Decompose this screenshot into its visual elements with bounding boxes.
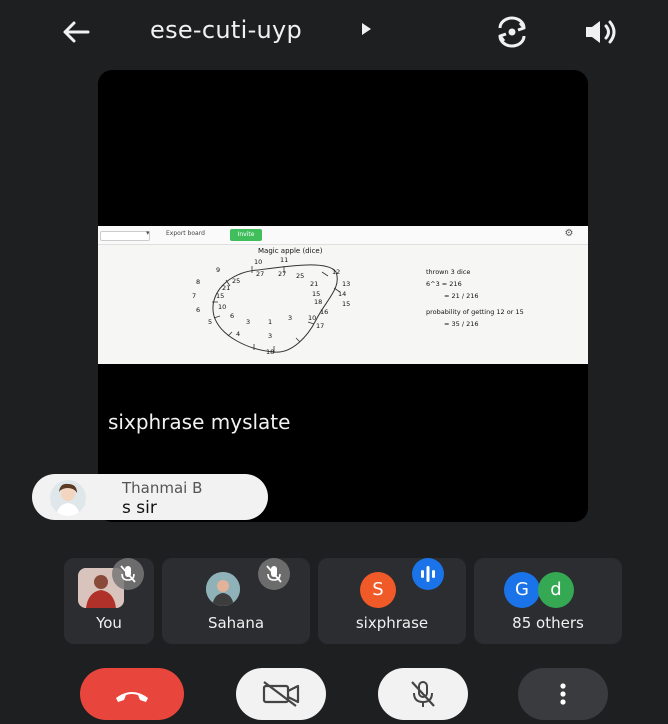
note-line: thrown 3 dice bbox=[426, 268, 471, 276]
diagram-number: 5 bbox=[208, 318, 212, 326]
diagram-number: 3 bbox=[246, 318, 250, 326]
participant-tile-sixphrase[interactable]: S sixphrase bbox=[318, 558, 466, 644]
note-line: = 35 / 216 bbox=[444, 320, 479, 328]
diagram-number: 12 bbox=[332, 268, 340, 276]
diagram-number: 6 bbox=[196, 306, 200, 314]
participant-tile-you[interactable]: You bbox=[64, 558, 154, 644]
more-vertical-icon bbox=[560, 683, 566, 705]
diagram-number: 6 bbox=[230, 312, 234, 320]
arrow-left-icon bbox=[63, 21, 90, 43]
diagram-number: 27 bbox=[256, 270, 264, 278]
chat-sender-name: Thanmai B bbox=[122, 479, 203, 497]
diagram-number: 27 bbox=[278, 270, 286, 278]
chat-bubble[interactable]: Thanmai B s sir bbox=[32, 474, 268, 520]
diagram-number: 15 bbox=[216, 292, 224, 300]
diagram-number: 10 bbox=[218, 303, 226, 311]
diagram-number: 25 bbox=[296, 272, 304, 280]
expand-details-icon[interactable] bbox=[362, 23, 371, 35]
participant-name: sixphrase bbox=[355, 614, 429, 632]
end-call-button[interactable] bbox=[80, 668, 184, 720]
diagram-number: 7 bbox=[192, 292, 196, 300]
diagram-number: 25 bbox=[232, 277, 240, 285]
avatar: G bbox=[504, 572, 540, 608]
diagram-number: 16 bbox=[320, 308, 328, 316]
main-stage[interactable]: ▾ Export board Invite ⚙ Magic apple (dic… bbox=[98, 70, 588, 522]
mic-off-badge bbox=[112, 558, 144, 590]
settings-icon: ⚙ bbox=[564, 228, 574, 239]
diagram-number: 10 bbox=[254, 258, 262, 266]
avatar: S bbox=[360, 572, 396, 608]
presenter-name: sixphrase myslate bbox=[108, 410, 291, 434]
mic-off-icon bbox=[411, 681, 435, 707]
avatar: d bbox=[538, 572, 574, 608]
diagram-number: 15 bbox=[312, 290, 320, 298]
diagram-number: 14 bbox=[338, 290, 346, 298]
participant-tile-sahana[interactable]: Sahana bbox=[162, 558, 310, 644]
mic-toggle-button[interactable] bbox=[378, 668, 468, 720]
diagram-number: 9 bbox=[216, 266, 220, 274]
diagram-number: 8 bbox=[196, 278, 200, 286]
avatar bbox=[206, 572, 240, 606]
note-line: = 21 / 216 bbox=[444, 292, 479, 300]
diagram-number: 1 bbox=[268, 318, 272, 326]
export-board-label: Export board bbox=[166, 230, 205, 237]
diagram-number: 18 bbox=[314, 298, 322, 306]
speaker-icon bbox=[586, 20, 616, 44]
participant-tile-others[interactable]: G d 85 others bbox=[474, 558, 622, 644]
camera-off-icon bbox=[262, 681, 300, 707]
meeting-code[interactable]: ese-cuti-uyp bbox=[150, 16, 302, 44]
shared-app-toolbar: ▾ Export board Invite ⚙ bbox=[98, 226, 588, 245]
more-options-button[interactable] bbox=[518, 668, 608, 720]
diagram-number: 15 bbox=[342, 300, 350, 308]
note-line: 6^3 = 216 bbox=[426, 280, 462, 288]
dice-diagram: 10 11 9 27 27 25 12 25 8 21 21 13 15 14 … bbox=[192, 256, 350, 356]
diagram-number: 21 bbox=[310, 280, 318, 288]
participant-name: Sahana bbox=[207, 614, 265, 632]
speaking-indicator bbox=[412, 558, 444, 590]
diagram-number: 21 bbox=[222, 284, 230, 292]
screen-share: ▾ Export board Invite ⚙ Magic apple (dic… bbox=[98, 226, 588, 364]
diagram-number: 3 bbox=[288, 314, 292, 322]
mic-off-icon bbox=[120, 565, 136, 583]
audio-level-icon bbox=[421, 566, 435, 582]
diagram-number: 3 bbox=[268, 332, 272, 340]
diagram-number: 17 bbox=[316, 322, 324, 330]
audio-output-button[interactable] bbox=[582, 16, 622, 48]
shared-dropdown bbox=[100, 231, 150, 241]
top-bar: ese-cuti-uyp bbox=[0, 0, 668, 62]
back-button[interactable] bbox=[58, 14, 94, 50]
participant-name: 85 others bbox=[512, 614, 584, 632]
diagram-number: 11 bbox=[280, 256, 288, 264]
switch-camera-button[interactable] bbox=[494, 14, 530, 50]
avatar bbox=[50, 480, 86, 516]
diagram-number: 4 bbox=[236, 330, 240, 338]
mic-off-badge bbox=[258, 558, 290, 590]
mic-off-icon bbox=[266, 565, 282, 583]
diagram-number: 18 bbox=[266, 348, 274, 356]
invite-button: Invite bbox=[230, 229, 262, 241]
note-line: probability of getting 12 or 15 bbox=[426, 308, 524, 316]
camera-toggle-button[interactable] bbox=[236, 668, 326, 720]
dropdown-arrow-icon: ▾ bbox=[146, 229, 150, 237]
switch-camera-icon bbox=[498, 16, 526, 48]
diagram-number: 10 bbox=[308, 314, 316, 322]
participant-name: You bbox=[96, 614, 122, 632]
diagram-number: 13 bbox=[342, 280, 350, 288]
chat-message: s sir bbox=[122, 498, 157, 518]
phone-hangup-icon bbox=[116, 692, 148, 702]
